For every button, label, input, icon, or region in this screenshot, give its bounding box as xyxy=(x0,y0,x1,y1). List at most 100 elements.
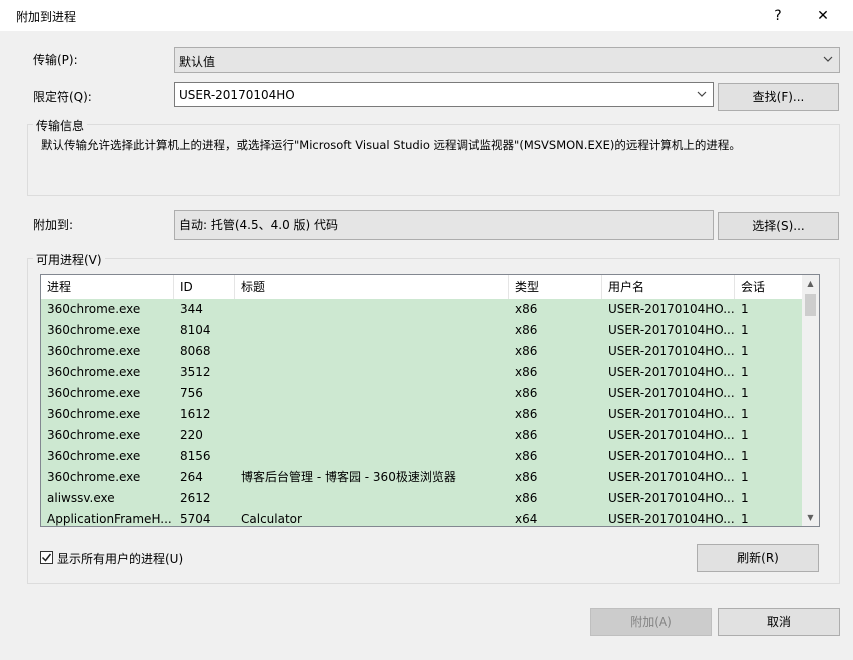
cell-id: 8156 xyxy=(180,449,211,463)
cell-session: 1 xyxy=(741,428,749,442)
column-header-title[interactable]: 标题 xyxy=(235,275,509,299)
refresh-button[interactable]: 刷新(R) xyxy=(697,544,819,572)
cell-id: 3512 xyxy=(180,365,211,379)
attach-to-field: 自动: 托管(4.5、4.0 版) 代码 xyxy=(174,210,714,240)
attach-to-label: 附加到: xyxy=(33,218,74,232)
cell-type: x86 xyxy=(515,491,538,505)
show-all-users-label[interactable]: 显示所有用户的进程(U) xyxy=(57,550,183,567)
cell-id: 5704 xyxy=(180,512,211,526)
table-row[interactable]: 360chrome.exe 220 x86 USER-20170104HO...… xyxy=(41,425,802,446)
process-list-header: 进程 ID 标题 类型 用户名 会话 xyxy=(41,275,802,300)
dialog-title: 附加到进程 xyxy=(16,10,77,24)
available-processes-title: 可用进程(V) xyxy=(33,251,105,268)
cell-process: 360chrome.exe xyxy=(47,428,141,442)
column-header-session[interactable]: 会话 xyxy=(735,275,802,299)
cell-id: 220 xyxy=(180,428,203,442)
select-button[interactable]: 选择(S)... xyxy=(718,212,839,240)
scroll-up-icon[interactable]: ▲ xyxy=(802,275,819,292)
process-rows: 360chrome.exe 344 x86 USER-20170104HO...… xyxy=(41,299,802,526)
cancel-button[interactable]: 取消 xyxy=(718,608,840,636)
cell-session: 1 xyxy=(741,344,749,358)
process-list[interactable]: 进程 ID 标题 类型 用户名 会话 360chrome.exe 344 x86… xyxy=(40,274,820,527)
cell-title xyxy=(235,320,509,341)
table-row[interactable]: ApplicationFrameH... 5704 Calculator x64… xyxy=(41,509,802,526)
cell-type: x86 xyxy=(515,365,538,379)
table-row[interactable]: 360chrome.exe 756 x86 USER-20170104HO...… xyxy=(41,383,802,404)
cell-title xyxy=(235,488,509,509)
cell-id: 2612 xyxy=(180,491,211,505)
attach-button[interactable]: 附加(A) xyxy=(590,608,712,636)
cell-title: Calculator xyxy=(241,512,302,526)
table-row[interactable]: 360chrome.exe 1612 x86 USER-20170104HO..… xyxy=(41,404,802,425)
cell-process: 360chrome.exe xyxy=(47,407,141,421)
process-list-scrollbar[interactable]: ▲ ▼ xyxy=(802,275,819,526)
cell-username: USER-20170104HO... xyxy=(608,491,735,505)
cell-type: x86 xyxy=(515,302,538,316)
cell-id: 756 xyxy=(180,386,203,400)
cell-username: USER-20170104HO... xyxy=(608,386,735,400)
title-bar: 附加到进程 ? ✕ xyxy=(0,0,853,31)
transport-info-group xyxy=(27,124,840,196)
cell-session: 1 xyxy=(741,449,749,463)
help-button[interactable]: ? xyxy=(767,5,789,27)
table-row[interactable]: 360chrome.exe 8104 x86 USER-20170104HO..… xyxy=(41,320,802,341)
column-header-id[interactable]: ID xyxy=(174,275,235,299)
cell-session: 1 xyxy=(741,491,749,505)
qualifier-combobox[interactable]: USER-20170104HO xyxy=(174,82,714,107)
cell-username: USER-20170104HO... xyxy=(608,302,735,316)
table-row[interactable]: 360chrome.exe 8068 x86 USER-20170104HO..… xyxy=(41,341,802,362)
cell-type: x86 xyxy=(515,344,538,358)
cell-type: x86 xyxy=(515,470,538,484)
chevron-down-icon xyxy=(823,56,833,62)
cell-username: USER-20170104HO... xyxy=(608,428,735,442)
cell-title xyxy=(235,404,509,425)
cell-type: x86 xyxy=(515,407,538,421)
scrollbar-thumb[interactable] xyxy=(805,294,816,316)
column-header-type[interactable]: 类型 xyxy=(509,275,602,299)
cell-id: 8104 xyxy=(180,323,211,337)
cell-title xyxy=(235,341,509,362)
cell-session: 1 xyxy=(741,512,749,526)
find-button[interactable]: 查找(F)... xyxy=(718,83,839,111)
close-button[interactable]: ✕ xyxy=(812,5,834,27)
attach-to-process-dialog: 附加到进程 ? ✕ 传输(P): 默认值 限定符(Q): USER-201701… xyxy=(0,0,853,660)
table-row[interactable]: aliwssv.exe 2612 x86 USER-20170104HO... … xyxy=(41,488,802,509)
cell-title xyxy=(235,362,509,383)
cell-process: 360chrome.exe xyxy=(47,449,141,463)
cell-id: 344 xyxy=(180,302,203,316)
cell-username: USER-20170104HO... xyxy=(608,407,735,421)
cell-session: 1 xyxy=(741,365,749,379)
cell-username: USER-20170104HO... xyxy=(608,344,735,358)
cell-session: 1 xyxy=(741,302,749,316)
transport-label: 传输(P): xyxy=(33,53,78,67)
column-header-username[interactable]: 用户名 xyxy=(602,275,735,299)
cell-title xyxy=(235,446,509,467)
cell-session: 1 xyxy=(741,323,749,337)
cell-process: ApplicationFrameH... xyxy=(47,512,172,526)
table-row[interactable]: 360chrome.exe 264 博客后台管理 - 博客园 - 360极速浏览… xyxy=(41,467,802,488)
cell-username: USER-20170104HO... xyxy=(608,449,735,463)
cell-title xyxy=(235,425,509,446)
table-row[interactable]: 360chrome.exe 344 x86 USER-20170104HO...… xyxy=(41,299,802,320)
cell-session: 1 xyxy=(741,470,749,484)
chevron-down-icon xyxy=(697,91,707,97)
cell-username: USER-20170104HO... xyxy=(608,323,735,337)
cell-process: 360chrome.exe xyxy=(47,302,141,316)
attach-to-value: 自动: 托管(4.5、4.0 版) 代码 xyxy=(179,218,339,232)
cell-process: 360chrome.exe xyxy=(47,344,141,358)
cell-type: x86 xyxy=(515,449,538,463)
show-all-users-checkbox[interactable] xyxy=(40,551,53,564)
cell-title xyxy=(235,299,509,320)
cell-process: 360chrome.exe xyxy=(47,386,141,400)
cell-type: x64 xyxy=(515,512,538,526)
cell-title xyxy=(235,383,509,404)
cell-process: aliwssv.exe xyxy=(47,491,115,505)
cell-type: x86 xyxy=(515,386,538,400)
table-row[interactable]: 360chrome.exe 8156 x86 USER-20170104HO..… xyxy=(41,446,802,467)
transport-dropdown[interactable]: 默认值 xyxy=(174,47,840,73)
cell-id: 1612 xyxy=(180,407,211,421)
cell-username: USER-20170104HO... xyxy=(608,470,735,484)
table-row[interactable]: 360chrome.exe 3512 x86 USER-20170104HO..… xyxy=(41,362,802,383)
column-header-process[interactable]: 进程 xyxy=(41,275,174,299)
scroll-down-icon[interactable]: ▼ xyxy=(802,509,819,526)
